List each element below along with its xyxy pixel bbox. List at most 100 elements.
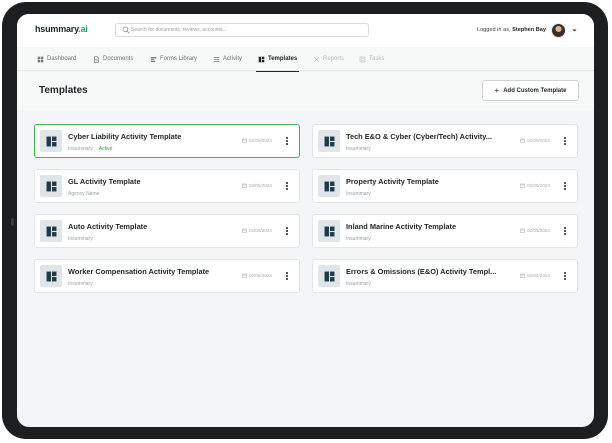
template-icon: [324, 226, 334, 236]
calendar-icon: [242, 228, 247, 233]
template-date: 02/05/2024: [242, 138, 272, 143]
template-icon: [46, 271, 56, 281]
more-options-icon[interactable]: [283, 270, 291, 282]
date-text: 02/05/2024: [527, 183, 550, 188]
template-icon: [46, 226, 56, 236]
template-icon: [258, 56, 265, 62]
avatar[interactable]: [551, 22, 566, 38]
top-bar: hsummary.ai Logged in as, Stephen Bay: [17, 14, 594, 47]
template-icon-tile: [318, 265, 340, 287]
more-options-icon[interactable]: [561, 270, 569, 282]
app-logo[interactable]: hsummary.ai: [35, 24, 88, 34]
logo-text: hsummary: [35, 24, 79, 34]
template-name: Property Activity Template: [346, 177, 439, 186]
search-input[interactable]: [131, 25, 361, 35]
template-icon-tile: [318, 220, 340, 242]
template-date: 02/05/2024: [520, 273, 550, 278]
status-badge: Active: [98, 146, 113, 152]
template-meta: Insummary: [346, 236, 371, 242]
search-icon: [122, 26, 130, 34]
template-date: 02/05/2024: [242, 183, 272, 188]
template-source: Insummary: [68, 236, 93, 242]
template-meta: Insummary: [346, 191, 371, 197]
nav-item-documents[interactable]: Documents: [93, 47, 133, 71]
template-source: Insummary: [346, 236, 371, 242]
app-screen: hsummary.ai Logged in as, Stephen Bay Da…: [17, 14, 594, 427]
chevron-down-icon[interactable]: [571, 27, 578, 34]
template-source: Agency Name: [68, 191, 100, 197]
logged-in-text: Logged in as, Stephen Bay: [477, 27, 546, 33]
date-text: 02/05/2024: [527, 138, 550, 143]
reports-icon: [314, 56, 319, 62]
forms-icon: [150, 56, 157, 62]
template-icon: [324, 181, 334, 191]
page-header: Templates + Add Custom Template: [17, 72, 594, 110]
template-name: Cyber Liability Activity Template: [68, 132, 182, 141]
more-options-icon[interactable]: [283, 135, 291, 147]
template-card[interactable]: Inland Marine Activity Template Insummar…: [312, 214, 578, 248]
add-custom-template-button[interactable]: + Add Custom Template: [482, 80, 579, 101]
main-nav: Dashboard Documents Forms Library Activi…: [17, 47, 594, 72]
template-icon-tile: [40, 130, 62, 152]
template-meta: Insummary: [346, 146, 371, 152]
template-meta: Insummary: [68, 236, 93, 242]
calendar-icon: [242, 273, 247, 278]
template-name: Auto Activity Template: [68, 222, 148, 231]
more-options-icon[interactable]: [561, 180, 569, 192]
template-card[interactable]: GL Activity Template Agency Name 02/05/2…: [34, 169, 300, 203]
logo-suffix: .ai: [78, 24, 88, 34]
user-name: Stephen Bay: [512, 27, 546, 33]
template-card[interactable]: Errors & Omissions (E&O) Activity Templ.…: [312, 259, 578, 293]
template-icon-tile: [40, 175, 62, 197]
template-source: Insummary: [346, 146, 371, 152]
add-button-label: Add Custom Template: [503, 87, 567, 94]
logged-in-prefix: Logged in as,: [476, 27, 511, 33]
template-card[interactable]: Worker Compensation Activity Template In…: [34, 259, 300, 293]
template-date: 02/05/2024: [242, 273, 272, 278]
template-icon: [46, 136, 56, 146]
template-meta: Insummary: [346, 281, 371, 287]
more-options-icon[interactable]: [561, 135, 569, 147]
nav-label: Templates: [268, 56, 298, 62]
more-options-icon[interactable]: [283, 180, 291, 192]
tab-templates[interactable]: Templates: [255, 47, 300, 72]
template-meta: Insummary Active: [68, 146, 112, 152]
more-options-icon[interactable]: [283, 225, 291, 237]
template-date: 02/05/2024: [242, 228, 272, 233]
calendar-icon: [520, 138, 525, 143]
nav-item-reports: Reports: [313, 47, 344, 71]
date-text: 02/05/2024: [249, 183, 272, 188]
template-card[interactable]: Cyber Liability Activity Template Insumm…: [34, 124, 300, 158]
template-name: Worker Compensation Activity Template: [68, 267, 210, 276]
template-date: 02/05/2024: [520, 183, 550, 188]
template-name: Tech E&O & Cyber (Cyber/Tech) Activity..…: [346, 132, 492, 141]
tasks-icon: [359, 56, 366, 62]
calendar-icon: [520, 273, 525, 278]
template-source: Insummary: [68, 281, 93, 287]
template-icon: [324, 136, 334, 146]
nav-item-forms-library[interactable]: Forms Library: [150, 47, 197, 71]
search-box[interactable]: [115, 23, 369, 37]
template-name: Inland Marine Activity Template: [346, 222, 457, 231]
template-name: Errors & Omissions (E&O) Activity Templ.…: [346, 267, 497, 276]
nav-label: Reports: [323, 56, 345, 62]
template-card[interactable]: Auto Activity Template Insummary 02/05/2…: [34, 214, 300, 248]
plus-icon: +: [494, 85, 500, 95]
nav-item-activity[interactable]: Activity: [213, 47, 242, 71]
template-meta: Insummary: [68, 281, 93, 287]
nav-label: Documents: [103, 56, 134, 62]
template-card[interactable]: Tech E&O & Cyber (Cyber/Tech) Activity..…: [312, 124, 578, 158]
calendar-icon: [520, 183, 525, 188]
template-icon-tile: [40, 220, 62, 242]
calendar-icon: [242, 183, 247, 188]
nav-label: Tasks: [369, 56, 385, 62]
more-options-icon[interactable]: [561, 225, 569, 237]
template-icon: [46, 181, 56, 191]
template-icon-tile: [318, 175, 340, 197]
template-card[interactable]: Property Activity Template Insummary 02/…: [312, 169, 578, 203]
user-menu[interactable]: Logged in as, Stephen Bay: [477, 22, 578, 38]
nav-item-dashboard[interactable]: Dashboard: [37, 47, 76, 71]
calendar-icon: [520, 228, 525, 233]
template-source: Insummary: [346, 191, 371, 197]
template-icon-tile: [318, 130, 340, 152]
